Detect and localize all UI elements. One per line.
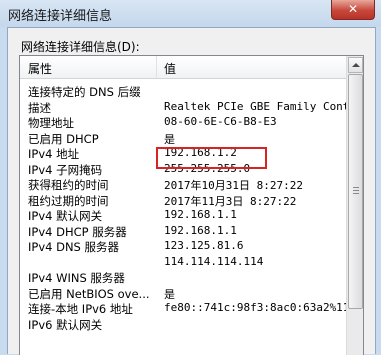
- value-cell: 2017年10月31日 8:27:22: [164, 179, 303, 192]
- property-cell: 物理地址: [28, 116, 74, 130]
- dialog-body: 网络连接详细信息(D): 属性 值 连接特定的 DNS 后缀 描述 Realtek…: [7, 27, 376, 355]
- list-item[interactable]: 已启用 NetBIOS ove... 是: [20, 286, 346, 302]
- scroll-up-button[interactable]: [348, 57, 363, 73]
- property-cell: IPv4 WINS 服务器: [28, 271, 125, 285]
- property-cell: 已启用 NetBIOS ove...: [28, 286, 150, 301]
- property-cell: 租约过期的时间: [28, 193, 109, 208]
- property-cell: 获得租约的时间: [28, 178, 109, 192]
- list-item[interactable]: 连接-本地 IPv6 地址 fe80::741c:98f3:8ac0:63a2%1…: [20, 301, 346, 317]
- grip-icon: [353, 193, 359, 194]
- value-cell: 192.168.1.1: [164, 208, 237, 221]
- list-header: 属性 值: [20, 56, 346, 79]
- list-rows: 连接特定的 DNS 后缀 描述 Realtek PCIe GBE Family C…: [20, 84, 346, 332]
- column-header-value[interactable]: 值: [164, 60, 176, 77]
- list-item[interactable]: IPv4 默认网关 192.168.1.1: [20, 208, 346, 224]
- list-item[interactable]: IPv4 DNS 服务器 123.125.81.6: [20, 239, 346, 255]
- value-cell: 是: [164, 132, 175, 146]
- property-cell: IPv4 DNS 服务器: [28, 240, 120, 254]
- property-cell: IPv4 DHCP 服务器: [28, 224, 127, 239]
- list-item[interactable]: 获得租约的时间 2017年10月31日 8:27:22: [20, 177, 346, 193]
- list-item[interactable]: 114.114.114.114: [20, 255, 346, 271]
- arrow-up-icon: [352, 63, 360, 67]
- details-list[interactable]: 属性 值 连接特定的 DNS 后缀 描述 Realtek PCIe GBE Fam…: [19, 55, 364, 355]
- value-cell: 114.114.114.114: [164, 254, 264, 268]
- list-item[interactable]: IPv4 DHCP 服务器 192.168.1.1: [20, 224, 346, 240]
- list-item[interactable]: 物理地址 08-60-6E-C6-B8-E3: [20, 115, 346, 131]
- property-cell: IPv4 默认网关: [28, 209, 103, 223]
- close-button[interactable]: ✕: [331, 0, 375, 20]
- property-cell: 连接特定的 DNS 后缀: [28, 85, 141, 99]
- title-bar[interactable]: 网络连接详细信息 ✕: [0, 0, 381, 27]
- property-cell: IPv6 默认网关: [28, 317, 103, 332]
- grip-icon: [353, 190, 359, 191]
- value-cell: 123.125.81.6: [164, 239, 244, 252]
- value-cell: 08-60-6E-C6-B8-E3: [164, 115, 277, 128]
- grip-icon: [353, 187, 359, 188]
- details-label: 网络连接详细信息(D):: [21, 40, 140, 54]
- list-item[interactable]: 已启用 DHCP 是: [20, 131, 346, 147]
- property-cell: 描述: [28, 100, 51, 115]
- value-cell: 2017年11月3日 8:27:22: [164, 194, 297, 208]
- list-item[interactable]: 连接特定的 DNS 后缀: [20, 84, 346, 100]
- vertical-scrollbar[interactable]: [346, 56, 363, 355]
- window-title: 网络连接详细信息: [8, 9, 113, 24]
- value-cell: Realtek PCIe GBE Family Contro: [164, 99, 346, 113]
- list-item[interactable]: 租约过期的时间 2017年11月3日 8:27:22: [20, 193, 346, 209]
- list-item[interactable]: 描述 Realtek PCIe GBE Family Contro: [20, 100, 346, 116]
- property-cell: 已启用 DHCP: [28, 131, 99, 146]
- list-item[interactable]: IPv4 WINS 服务器: [20, 270, 346, 286]
- list-item[interactable]: IPv6 默认网关: [20, 317, 346, 333]
- property-cell: IPv4 地址: [28, 147, 80, 161]
- scroll-thumb[interactable]: [348, 74, 363, 309]
- value-cell: 是: [164, 287, 175, 301]
- property-cell: 连接-本地 IPv6 地址: [28, 302, 133, 316]
- column-divider[interactable]: [156, 56, 157, 78]
- value-cell: 192.168.1.1: [164, 223, 237, 237]
- property-cell: IPv4 子网掩码: [28, 162, 103, 177]
- ipv4-address-highlight-box: [156, 147, 267, 169]
- value-cell: fe80::741c:98f3:8ac0:63a2%11: [164, 301, 346, 314]
- column-header-property[interactable]: 属性: [28, 60, 52, 77]
